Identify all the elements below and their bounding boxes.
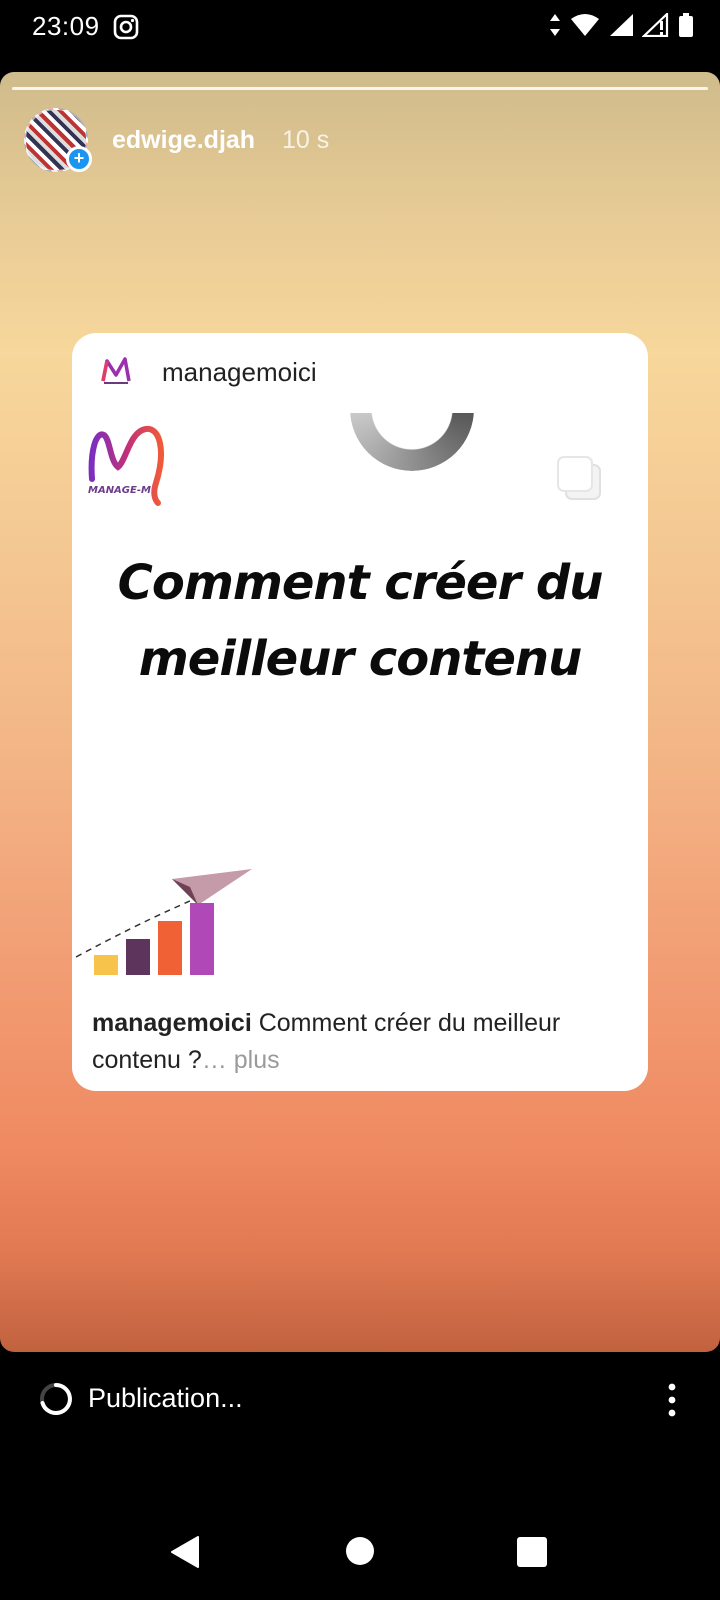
battery-icon [679,13,693,37]
profile-avatar[interactable]: + [24,108,92,172]
growth-chart-illustration [75,869,252,975]
recents-icon[interactable] [517,1537,547,1567]
home-icon[interactable] [346,1537,374,1565]
add-story-icon[interactable]: + [66,146,92,172]
story-time-ago: 10 s [282,126,330,154]
story-viewer[interactable]: + edwige.djah 10 s managemoici MANAGE-M … [0,72,720,1352]
decorative-ring [350,413,474,471]
caption-username[interactable]: managemoici [92,1009,252,1037]
back-icon[interactable] [170,1535,200,1569]
account-logo-icon [101,357,131,384]
logo-text: MANAGE-M [88,485,151,496]
post-image[interactable]: MANAGE-M Comment créer du meilleur conte… [72,413,648,995]
post-account-name[interactable]: managemoici [162,357,317,388]
post-header[interactable]: managemoici [72,333,648,413]
carousel-icon [557,456,601,500]
manage-moi-logo-icon: MANAGE-M [88,426,164,506]
publishing-status: Publication... [88,1383,243,1413]
signal-icon [610,14,633,36]
caption-more-link[interactable]: … plus [202,1046,280,1074]
post-headline: Comment créer du meilleur contenu [117,555,604,687]
story-username[interactable]: edwige.djah [112,126,255,155]
data-arrows-icon [550,14,560,36]
status-bar: 23:09 [0,0,720,54]
status-time: 23:09 [32,11,100,41]
shared-post-card[interactable]: managemoici MANAGE-M Comment créer du me… [72,333,648,1091]
wifi-icon [571,14,599,36]
story-progress-bar [12,87,708,90]
instagram-icon [113,14,139,40]
post-caption[interactable]: managemoici Comment créer du meilleur co… [92,1005,632,1079]
more-options-icon[interactable] [666,1383,678,1417]
signal-no-data-icon [642,13,669,37]
loading-spinner-icon [40,1383,72,1415]
status-icons [548,12,694,38]
